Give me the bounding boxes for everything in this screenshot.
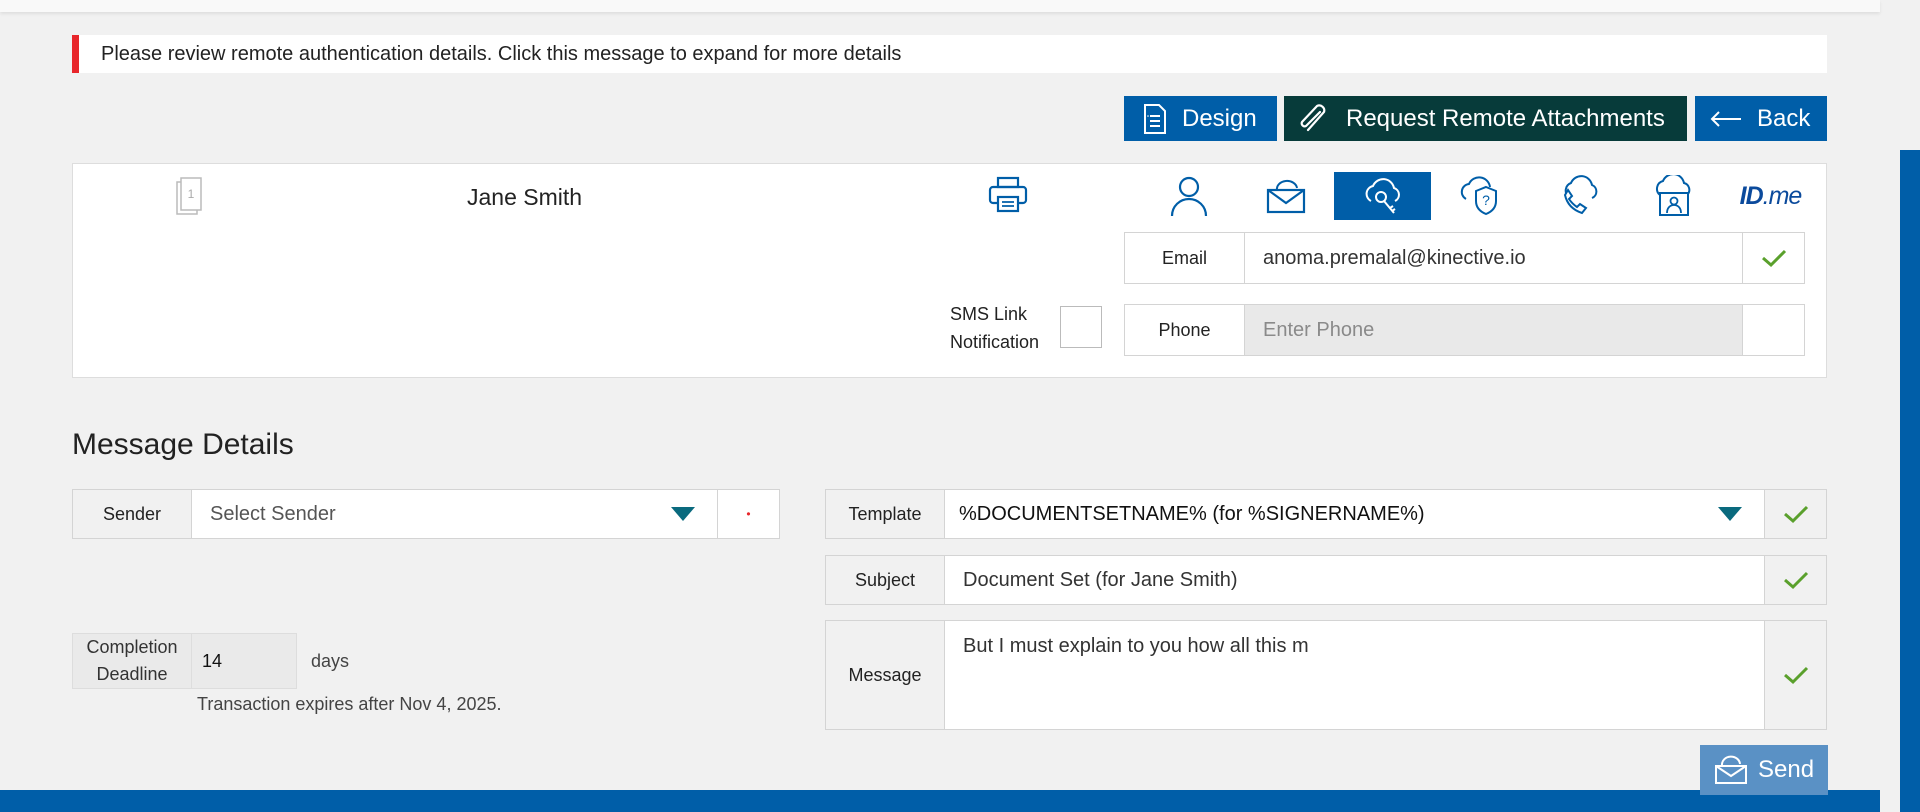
paperclip-icon [1300,103,1326,131]
message-label: Message [826,621,945,729]
right-side-bar [1900,150,1920,812]
message-row: Message But I must explain to you how al… [825,620,1827,730]
subject-label: Subject [826,556,945,604]
email-field[interactable]: anoma.premalal@kinective.io [1245,233,1742,283]
sms-link-notification-label: SMS Link Notification [950,304,1040,352]
sender-select[interactable]: Select Sender [192,490,717,538]
signer-name: Jane Smith [467,184,583,210]
send-button[interactable]: Send [1700,745,1828,795]
auth-review-alert[interactable]: Please review remote authentication deta… [72,35,1827,73]
check-icon [1783,571,1808,590]
check-icon [1783,666,1808,685]
check-icon [1783,505,1808,524]
transaction-expiry-text: Transaction expires after Nov 4, 2025. [197,694,502,714]
check-icon [1761,249,1786,268]
back-button[interactable]: Back [1695,96,1827,141]
template-label: Template [826,490,945,538]
sms-link-notification-checkbox[interactable] [1060,306,1102,348]
phone-input[interactable] [1245,305,1742,355]
auth-person-option[interactable] [1140,172,1237,220]
email-icon [1266,180,1305,214]
id-card-icon [1655,175,1690,216]
template-value: %DOCUMENTSETNAME% (for %SIGNERNAME%) [959,502,1425,525]
message-valid-check [1764,621,1826,729]
subject-input[interactable]: Document Set (for Jane Smith) [945,556,1764,604]
auth-phone-option[interactable] [1528,172,1625,220]
alert-text: Please review remote authentication deta… [101,43,902,65]
email-label: Email [1125,233,1245,283]
chevron-down-icon [1718,507,1742,521]
bottom-bar [0,790,1880,812]
deadline-unit: days [311,651,350,671]
security-question-icon: ? [1460,176,1497,216]
send-email-icon [1715,755,1747,784]
auth-cloud-key-option[interactable] [1334,172,1431,220]
sender-required-mark: • [717,490,779,538]
auth-method-selector: ? ID.me [1140,172,1819,220]
back-label: Back [1757,104,1811,132]
send-label: Send [1758,756,1815,783]
document-count-icon: 1 [173,176,207,223]
message-details-title: Message Details [72,428,294,461]
sender-row: Sender Select Sender • [72,489,780,539]
email-row: Email anoma.premalal@kinective.io [1124,232,1805,284]
auth-idme-option[interactable]: ID.me [1722,172,1819,220]
template-row: Template %DOCUMENTSETNAME% (for %SIGNERN… [825,489,1827,539]
document-list-icon [1144,103,1166,134]
top-header-strip [0,0,1880,12]
template-select[interactable]: %DOCUMENTSETNAME% (for %SIGNERNAME%) [945,490,1764,538]
design-label: Design [1182,104,1257,132]
phone-icon [1563,175,1597,215]
arrow-left-icon [1710,110,1741,127]
document-count: 1 [188,187,195,201]
completion-deadline-input[interactable] [192,633,297,689]
cloud-key-icon [1365,178,1400,214]
sender-placeholder: Select Sender [210,502,336,525]
auth-security-question-option[interactable]: ? [1431,172,1528,220]
email-valid-check [1742,233,1804,283]
sender-label: Sender [73,490,192,538]
subject-valid-check [1764,556,1826,604]
phone-label: Phone [1125,305,1245,355]
request-label: Request Remote Attachments [1346,104,1665,132]
auth-id-card-option[interactable] [1625,172,1722,220]
signer-panel: 1 Jane Smith ? ID.me Email anoma.premala… [72,163,1827,378]
request-remote-attachments-button[interactable]: Request Remote Attachments [1284,96,1687,141]
chevron-down-icon [671,507,695,521]
phone-status [1742,305,1804,355]
template-valid-check [1764,490,1826,538]
idme-logo: ID.me [1739,181,1803,210]
phone-row: Phone [1124,304,1805,356]
auth-email-option[interactable] [1237,172,1334,220]
printer-icon[interactable] [987,174,1029,221]
subject-row: Subject Document Set (for Jane Smith) [825,555,1827,605]
completion-deadline-label: Completion Deadline [72,633,192,689]
svg-text:?: ? [1482,192,1490,208]
person-icon [1170,176,1207,217]
design-button[interactable]: Design [1124,96,1277,141]
message-textarea[interactable]: But I must explain to you how all this m [945,621,1764,729]
